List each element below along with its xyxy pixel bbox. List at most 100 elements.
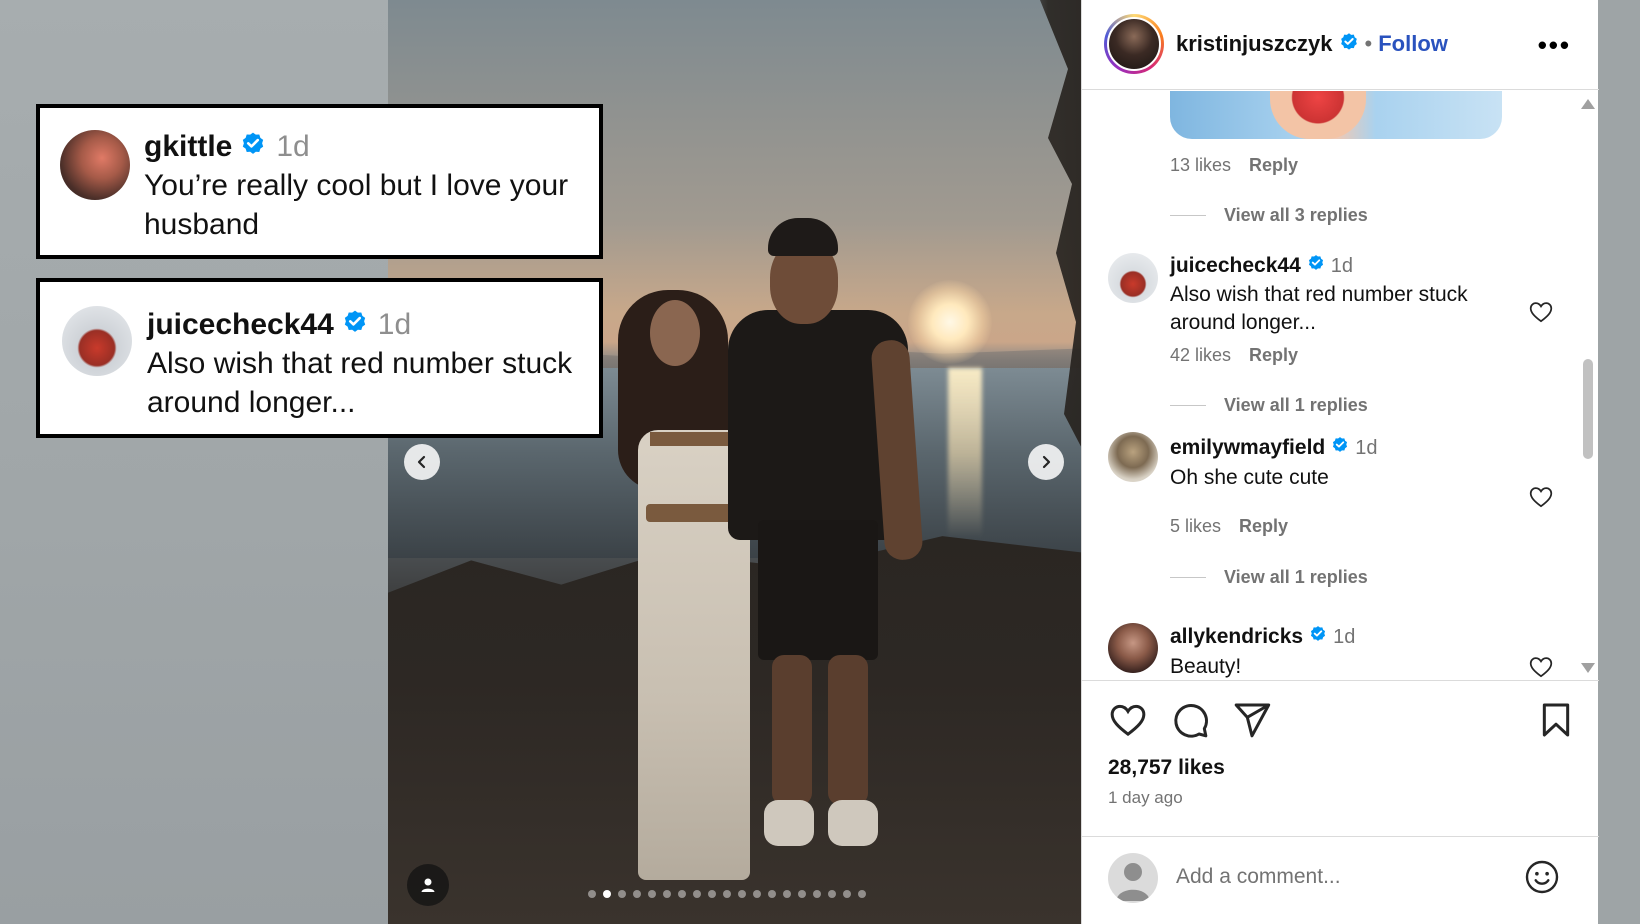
carousel-dot [753,890,761,898]
likes-count[interactable]: 28,757 likes [1108,756,1225,780]
avatar[interactable] [1108,432,1158,482]
comment-time: 1d [1330,255,1354,277]
comment-username: juicecheck44 [147,308,334,341]
comment-username[interactable]: emilywmayfield [1170,436,1325,459]
comment-username: gkittle [144,130,233,163]
reply-button[interactable]: Reply [1249,345,1298,365]
comment-username[interactable]: juicecheck44 [1170,254,1301,277]
comment-text: Beauty! [1170,655,1242,678]
background-right [1598,0,1640,924]
reply-button[interactable]: Reply [1239,516,1288,536]
scrollbar-thumb[interactable] [1583,359,1593,459]
carousel-indicator [588,890,866,898]
like-comment-heart-icon[interactable] [1528,484,1554,510]
post-side-panel: kristinjuszczyk • Follow ••• 13 likes Reply… [1081,0,1599,924]
emoji-icon[interactable] [1524,859,1560,895]
view-replies-button[interactable]: View all 1 replies [1170,567,1368,588]
author-username[interactable]: kristinjuszczyk [1176,31,1333,56]
avatar [62,306,132,376]
verified-badge-icon [240,131,266,165]
comment-time: 1d [377,308,412,341]
carousel-prev-button[interactable] [404,444,440,480]
comment-likes[interactable]: 5 likes [1170,516,1221,536]
comment-bubble-icon[interactable] [1170,700,1210,740]
carousel-dot [663,890,671,898]
bookmark-icon[interactable] [1536,700,1576,740]
more-options-icon[interactable]: ••• [1538,30,1571,61]
share-paper-plane-icon[interactable] [1232,700,1272,740]
chevron-left-icon [417,455,426,469]
comment-meta: 42 likes Reply [1170,345,1298,366]
post-header: kristinjuszczyk • Follow ••• [1082,0,1599,90]
verified-badge-icon [1307,254,1325,278]
photo-woman-face [650,300,700,366]
carousel-dot [783,890,791,898]
avatar [60,130,130,200]
view-replies-label: View all 1 replies [1224,567,1368,587]
tagged-users-button[interactable] [407,864,449,906]
view-replies-button[interactable]: View all 1 replies [1170,395,1368,416]
replies-divider [1170,405,1206,406]
photo-man-shoe [828,800,878,846]
carousel-dot [693,890,701,898]
carousel-dot [843,890,851,898]
comment-input[interactable] [1176,865,1506,889]
comment-meta: 5 likes Reply [1170,516,1288,537]
carousel-dot [858,890,866,898]
view-replies-label: View all 3 replies [1224,205,1368,225]
separator-dot: • [1364,31,1373,56]
carousel-dot [603,890,611,898]
comment-text: Oh she cute cute [1170,466,1329,489]
photo-man-shorts [758,520,878,660]
avatar[interactable] [1108,253,1158,303]
photo-woman-top-belt [650,432,740,446]
carousel-dot [588,890,596,898]
carousel-next-button[interactable] [1028,444,1064,480]
photo-sun [908,280,992,364]
photo-man-cap [768,218,838,256]
comment-likes[interactable]: 42 likes [1170,345,1231,365]
user-icon [421,878,435,892]
current-user-avatar [1108,853,1158,903]
comment-meta: 13 likes Reply [1170,155,1298,176]
carousel-dot [618,890,626,898]
comment-author: emilywmayfield 1d [1170,436,1377,460]
comment-time: 1d [276,130,310,163]
like-comment-heart-icon[interactable] [1528,654,1554,680]
scroll-up-arrow-icon[interactable] [1581,99,1595,109]
view-replies-button[interactable]: View all 3 replies [1170,205,1368,226]
comment-time: 1d [1355,437,1378,459]
verified-badge-icon [342,309,368,343]
add-comment-bar [1082,836,1599,924]
author-line: kristinjuszczyk • Follow [1176,31,1448,58]
author-avatar[interactable] [1104,14,1164,74]
comment-author: gkittle 1d [144,130,310,165]
verified-badge-icon [1309,625,1327,649]
comment-username[interactable]: allykendricks [1170,625,1303,648]
avatar-image [1107,17,1161,71]
chevron-right-icon [1042,455,1051,469]
like-comment-heart-icon[interactable] [1528,299,1554,325]
view-replies-label: View all 1 replies [1224,395,1368,415]
comment-likes[interactable]: 13 likes [1170,155,1231,175]
carousel-dot [738,890,746,898]
highlight-comment-card: juicecheck44 1d Also wish that red number… [36,278,603,438]
carousel-dot [813,890,821,898]
scroll-down-arrow-icon[interactable] [1581,663,1595,673]
comment-time: 1d [1333,626,1356,648]
photo-man-leg [828,655,868,805]
avatar[interactable] [1108,623,1158,673]
like-heart-icon[interactable] [1108,700,1148,740]
verified-badge-icon [1339,32,1359,58]
post-timestamp[interactable]: 1 day ago [1108,788,1183,808]
carousel-dot [678,890,686,898]
highlight-comment-card: gkittle 1d You’re really cool but I love … [36,104,603,259]
comment-author: juicecheck44 1d [1170,254,1353,278]
default-user-icon [1116,863,1150,901]
photo-sun-glare [948,368,982,538]
comments-list[interactable]: 13 likes Reply View all 3 replies juicech… [1082,91,1599,681]
carousel-dot [648,890,656,898]
post-actions [1082,700,1599,750]
follow-button[interactable]: Follow [1378,31,1448,56]
reply-button[interactable]: Reply [1249,155,1298,175]
